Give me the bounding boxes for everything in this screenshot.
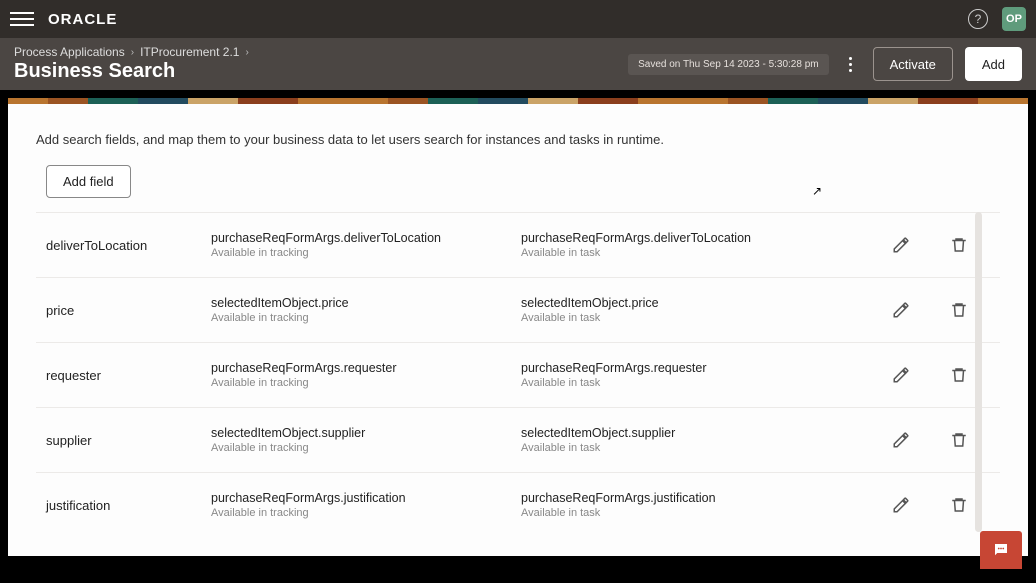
chevron-right-icon: ›	[131, 47, 134, 58]
tracking-mapping: purchaseReqFormArgs.justification	[211, 491, 521, 505]
tracking-label: Available in tracking	[211, 442, 521, 454]
edit-icon[interactable]	[890, 234, 912, 256]
field-name: requester	[36, 368, 211, 383]
task-label: Available in task	[521, 312, 831, 324]
oracle-logo: ORACLE	[48, 11, 117, 28]
saved-timestamp: Saved on Thu Sep 14 2023 - 5:30:28 pm	[628, 54, 829, 75]
field-row: deliverToLocation purchaseReqFormArgs.de…	[36, 212, 1000, 278]
field-row: requester purchaseReqFormArgs.requester …	[36, 343, 1000, 408]
tracking-mapping: selectedItemObject.supplier	[211, 426, 521, 440]
tracking-mapping: selectedItemObject.price	[211, 296, 521, 310]
field-name: price	[36, 303, 211, 318]
tracking-mapping: purchaseReqFormArgs.deliverToLocation	[211, 231, 521, 245]
chat-icon[interactable]	[980, 531, 1022, 569]
task-mapping: selectedItemObject.price	[521, 296, 831, 310]
field-row: justification purchaseReqFormArgs.justif…	[36, 473, 1000, 537]
fields-list: deliverToLocation purchaseReqFormArgs.de…	[36, 212, 1000, 537]
delete-icon[interactable]	[948, 364, 970, 386]
delete-icon[interactable]	[948, 299, 970, 321]
edit-icon[interactable]	[890, 364, 912, 386]
edit-icon[interactable]	[890, 429, 912, 451]
breadcrumb: Process Applications › ITProcurement 2.1…	[14, 45, 249, 59]
field-name: deliverToLocation	[36, 238, 211, 253]
task-label: Available in task	[521, 247, 831, 259]
add-field-button[interactable]: Add field	[46, 165, 131, 198]
task-label: Available in task	[521, 507, 831, 519]
tracking-mapping: purchaseReqFormArgs.requester	[211, 361, 521, 375]
edit-icon[interactable]	[890, 299, 912, 321]
main-content: Add search fields, and map them to your …	[8, 104, 1028, 556]
tracking-label: Available in tracking	[211, 507, 521, 519]
tracking-label: Available in tracking	[211, 247, 521, 259]
task-mapping: purchaseReqFormArgs.justification	[521, 491, 831, 505]
field-row: price selectedItemObject.price Available…	[36, 278, 1000, 343]
activate-button[interactable]: Activate	[873, 47, 953, 81]
menu-icon[interactable]	[10, 7, 34, 31]
more-actions-icon[interactable]	[841, 51, 861, 78]
instruction-text: Add search fields, and map them to your …	[36, 132, 1000, 147]
task-label: Available in task	[521, 377, 831, 389]
delete-icon[interactable]	[948, 234, 970, 256]
task-mapping: selectedItemObject.supplier	[521, 426, 831, 440]
breadcrumb-process-apps[interactable]: Process Applications	[14, 45, 125, 59]
task-label: Available in task	[521, 442, 831, 454]
delete-icon[interactable]	[948, 494, 970, 516]
tracking-label: Available in tracking	[211, 377, 521, 389]
edit-icon[interactable]	[890, 494, 912, 516]
task-mapping: purchaseReqFormArgs.deliverToLocation	[521, 231, 831, 245]
field-row: supplier selectedItemObject.supplier Ava…	[36, 408, 1000, 473]
scrollbar[interactable]	[975, 212, 982, 532]
tracking-label: Available in tracking	[211, 312, 521, 324]
field-name: supplier	[36, 433, 211, 448]
delete-icon[interactable]	[948, 429, 970, 451]
breadcrumb-app-name[interactable]: ITProcurement 2.1	[140, 45, 239, 59]
global-header: ORACLE ? OP	[0, 0, 1036, 38]
help-icon[interactable]: ?	[968, 9, 988, 29]
chevron-right-icon: ›	[245, 47, 248, 58]
page-title: Business Search	[14, 60, 249, 83]
add-button[interactable]: Add	[965, 47, 1022, 81]
field-name: justification	[36, 498, 211, 513]
page-header: Process Applications › ITProcurement 2.1…	[0, 38, 1036, 90]
task-mapping: purchaseReqFormArgs.requester	[521, 361, 831, 375]
user-avatar[interactable]: OP	[1002, 7, 1026, 31]
